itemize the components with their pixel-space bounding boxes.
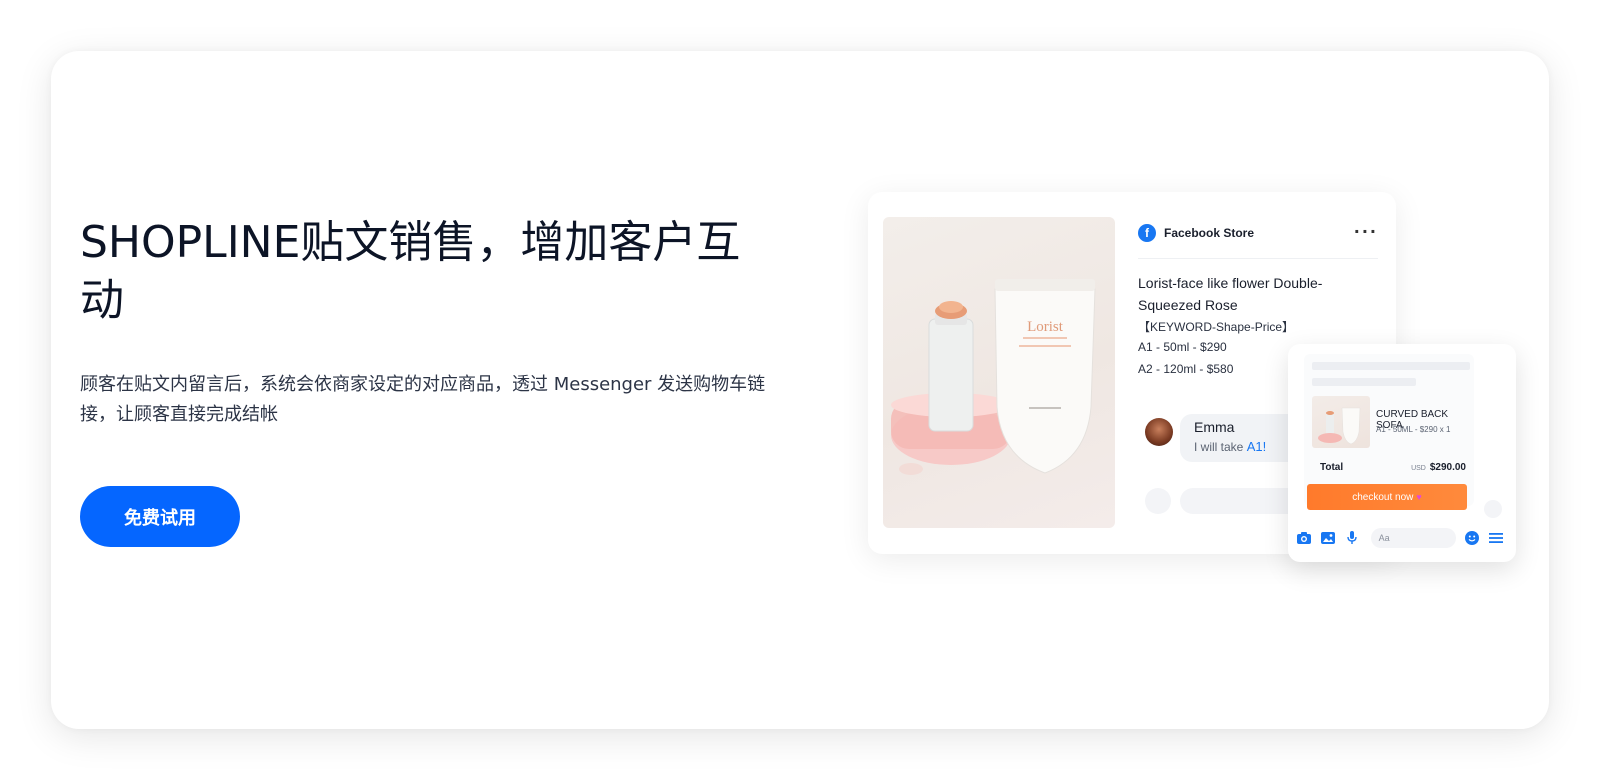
brand-label: Lorist: [1027, 319, 1064, 335]
camera-icon[interactable]: [1294, 527, 1314, 549]
keyword-line: 【KEYWORD-Shape-Price】: [1138, 320, 1295, 334]
emoji-icon[interactable]: [1462, 527, 1482, 549]
store-name: Facebook Store: [1164, 226, 1255, 240]
post-header: f Facebook Store ···: [1138, 218, 1378, 248]
product-image: Lorist: [891, 279, 1096, 475]
hero-description: 顾客在贴文内留言后，系统会依商家设定的对应商品，透过 Messenger 发送购…: [80, 374, 766, 425]
placeholder-line: [1312, 378, 1416, 386]
messenger-toolbar: Aa: [1294, 526, 1510, 550]
messenger-popup: CURVED BACK SOFA A1 - 50ML - $290 x 1 To…: [1288, 344, 1516, 562]
placeholder-avatar: [1484, 500, 1502, 518]
total-amount: USD $290.00: [1411, 462, 1466, 473]
commenter-name: Emma: [1194, 419, 1235, 435]
hero-title: SHOPLINE贴文销售，增加客户互动: [80, 217, 741, 326]
more-options-icon[interactable]: ···: [1354, 222, 1378, 241]
cart-item-thumbnail: [1312, 396, 1370, 448]
product-photo: Lorist: [883, 217, 1115, 528]
header-divider: [1138, 258, 1378, 259]
total-label: Total: [1320, 462, 1344, 473]
facebook-icon: f: [1138, 224, 1156, 242]
placeholder-line: [1312, 362, 1470, 370]
product-title: Lorist-face like flower Double-Squeezed …: [1138, 275, 1323, 313]
message-input[interactable]: Aa: [1370, 528, 1456, 548]
comment-keyword: A1!: [1246, 439, 1267, 454]
cart-item-variant: A1 - 50ML - $290 x 1: [1376, 425, 1451, 434]
image-icon[interactable]: [1318, 527, 1338, 549]
comment-text: I will take A1!: [1194, 439, 1267, 454]
commenter-avatar: [1145, 418, 1173, 446]
microphone-icon[interactable]: [1342, 527, 1362, 549]
comment-bubble: Emma I will take A1!: [1180, 414, 1300, 462]
heart-icon: ♥: [1416, 492, 1422, 502]
checkout-button[interactable]: checkout now ♥: [1307, 484, 1467, 510]
placeholder-avatar: [1145, 488, 1171, 514]
menu-icon[interactable]: [1486, 527, 1506, 549]
free-trial-button[interactable]: 免费试用: [80, 486, 240, 547]
